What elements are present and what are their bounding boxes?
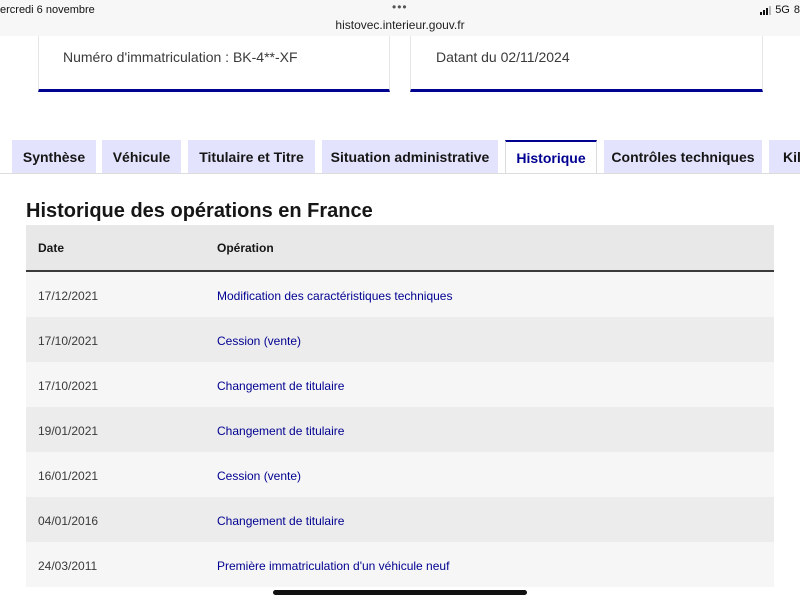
history-panel: Historique des opérations en France Date… (0, 173, 800, 600)
row-operation: Changement de titulaire (217, 424, 345, 438)
tab-historique[interactable]: Historique (505, 140, 597, 174)
table-row: 16/01/2021 Cession (vente) (26, 452, 774, 497)
section-title: Historique des opérations en France (26, 200, 373, 222)
report-date-card: Datant du 02/11/2024 (410, 36, 763, 92)
history-table: Date Opération 17/12/2021 Modification d… (26, 225, 774, 587)
address-url[interactable]: histovec.interieur.gouv.fr (0, 18, 800, 32)
table-row: 24/03/2011 Première immatriculation d'un… (26, 542, 774, 587)
table-row: 04/01/2016 Changement de titulaire (26, 497, 774, 542)
table-row: 17/10/2021 Cession (vente) (26, 317, 774, 362)
row-date: 17/10/2021 (38, 379, 99, 393)
row-operation: Changement de titulaire (217, 514, 345, 528)
row-operation: Changement de titulaire (217, 379, 345, 393)
report-date: Datant du 02/11/2024 (436, 49, 570, 65)
cellular-signal-icon (760, 5, 772, 15)
tab-controles-techniques[interactable]: Contrôles techniques (604, 140, 762, 173)
tab-situation-administrative[interactable]: Situation administrative (322, 140, 498, 173)
row-date: 17/10/2021 (38, 334, 99, 348)
row-operation: Première immatriculation d'un véhicule n… (217, 559, 450, 573)
more-dots-icon[interactable]: ••• (392, 0, 408, 14)
row-date: 17/12/2021 (38, 289, 99, 303)
row-date: 24/03/2011 (38, 559, 98, 573)
column-header-date: Date (38, 241, 65, 255)
registration-card: Numéro d'immatriculation : BK-4**-XF (38, 36, 390, 92)
table-header: Date Opération (26, 225, 774, 272)
tab-titulaire-titre[interactable]: Titulaire et Titre (188, 140, 315, 173)
tab-vehicule[interactable]: Véhicule (102, 140, 181, 173)
column-header-operation: Opération (217, 241, 274, 255)
status-date: ercredi 6 novembre (0, 4, 95, 16)
row-operation: Modification des caractéristiques techni… (217, 289, 453, 303)
registration-number: Numéro d'immatriculation : BK-4**-XF (63, 49, 298, 65)
table-row: 17/12/2021 Modification des caractéristi… (26, 272, 774, 317)
row-date: 19/01/2021 (38, 424, 99, 438)
browser-status-bar: ercredi 6 novembre ••• histovec.interieu… (0, 0, 800, 36)
table-row: 19/01/2021 Changement de titulaire (26, 407, 774, 452)
status-indicators: 5G 8 (760, 4, 800, 16)
tab-list: Synthèse Véhicule Titulaire et Titre Sit… (0, 140, 800, 174)
row-operation: Cession (vente) (217, 469, 302, 483)
network-type: 5G (775, 4, 790, 16)
row-operation: Cession (vente) (217, 334, 302, 348)
tab-synthese[interactable]: Synthèse (12, 140, 96, 173)
battery-percent: 8 (793, 4, 800, 16)
home-indicator[interactable] (273, 590, 527, 595)
row-date: 04/01/2016 (38, 514, 99, 528)
tab-kilometrage[interactable]: Kil (769, 140, 800, 173)
table-row: 17/10/2021 Changement de titulaire (26, 362, 774, 407)
row-date: 16/01/2021 (38, 469, 99, 483)
